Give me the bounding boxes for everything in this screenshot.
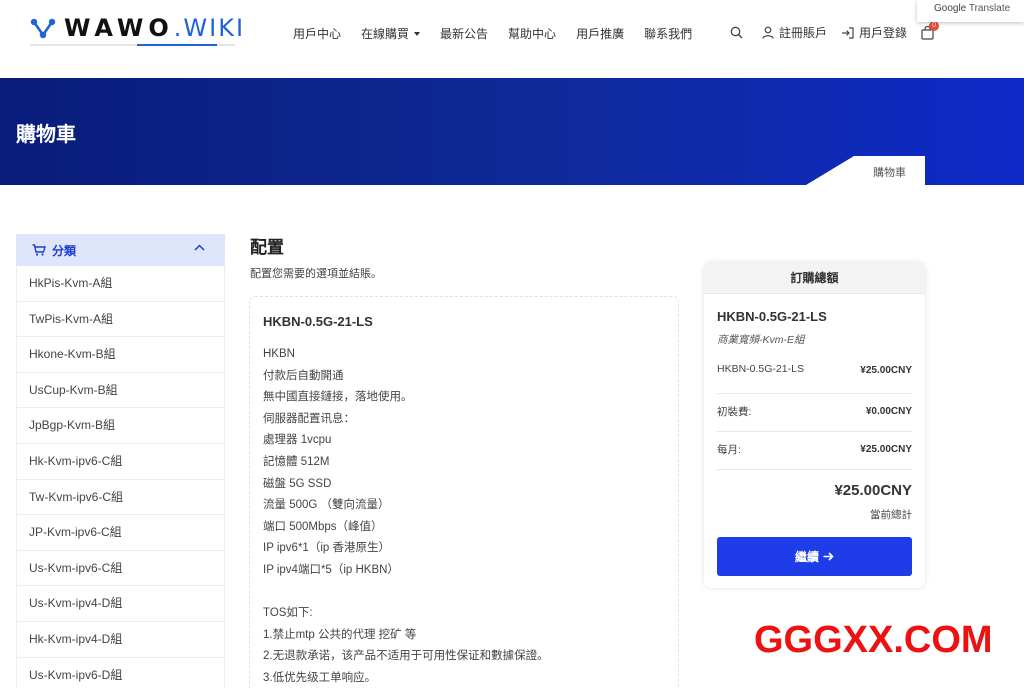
user-icon bbox=[762, 26, 774, 39]
chevron-up-icon bbox=[194, 244, 205, 251]
watermark: GGGXX.COM bbox=[754, 619, 993, 661]
nav-announcements[interactable]: 最新公告 bbox=[440, 25, 488, 42]
description-line: 端口 500Mbps（峰值） bbox=[263, 520, 383, 533]
divider bbox=[717, 431, 912, 432]
sidebar-item[interactable]: Tw-Kvm-ipv6-C組 bbox=[17, 480, 224, 516]
category-sidebar: 分類 HkPis-Kvm-A組 TwPis-Kvm-A組 Hkone-Kvm-B… bbox=[16, 234, 225, 688]
search-button[interactable] bbox=[730, 26, 748, 39]
logo-underline bbox=[30, 44, 235, 46]
order-summary-heading: 訂購總額 bbox=[704, 262, 925, 294]
description-line: HKBN bbox=[263, 348, 295, 360]
main-nav: 用戶中心 在線購買 最新公告 幫助中心 用戶推廣 聯系我們 bbox=[293, 25, 712, 42]
sidebar-item[interactable]: Us-Kvm-ipv6-C組 bbox=[17, 551, 224, 587]
description-line bbox=[263, 582, 549, 604]
sidebar-item[interactable]: JpBgp-Kvm-B組 bbox=[17, 408, 224, 444]
sidebar-item[interactable]: Hk-Kvm-ipv4-D組 bbox=[17, 622, 224, 658]
summary-total: ¥25.00CNY bbox=[834, 482, 912, 499]
description-line: 1.禁止mtp 公共的代理 挖矿 等 bbox=[263, 628, 417, 641]
sidebar-item[interactable]: Hk-Kvm-ipv6-C組 bbox=[17, 444, 224, 480]
description-line: IP ipv6*1（ip 香港原生） bbox=[263, 542, 390, 555]
nav-contact[interactable]: 聯系我們 bbox=[644, 25, 692, 42]
nav-affiliate[interactable]: 用戶推廣 bbox=[576, 25, 624, 42]
description-line: 3.低优先级工单响应。 bbox=[263, 671, 377, 684]
sidebar-item[interactable]: Us-Kvm-ipv4-D組 bbox=[17, 586, 224, 622]
page-title: 購物車 bbox=[16, 124, 76, 146]
header-actions: 註冊賬戶 用戶登錄 0 bbox=[730, 20, 953, 41]
description-line: 流量 500G （雙向流量） bbox=[263, 499, 390, 512]
nav-help-center[interactable]: 幫助中心 bbox=[508, 25, 556, 42]
cart-button[interactable]: 0 bbox=[921, 20, 940, 40]
product-description: HKBN 付款后自動開通 無中國直接鏈接，落地使用。 伺服器配置讯息： 處理器 … bbox=[263, 344, 549, 688]
page-banner: 購物車 購物車 bbox=[0, 78, 1024, 185]
nav-user-center[interactable]: 用戶中心 bbox=[293, 25, 341, 42]
divider bbox=[717, 469, 912, 470]
continue-button[interactable]: 繼續 bbox=[717, 537, 912, 576]
description-line: 記憶體 512M bbox=[263, 455, 330, 468]
summary-total-label: 當前總計 bbox=[870, 509, 912, 521]
product-name: HKBN-0.5G-21-LS bbox=[263, 314, 373, 329]
sidebar-item[interactable]: UsCup-Kvm-B組 bbox=[17, 373, 224, 409]
logo-text: WAWO.WIKI bbox=[64, 14, 246, 42]
breadcrumb: 購物車 bbox=[806, 156, 925, 185]
cart-icon bbox=[32, 244, 46, 256]
search-icon bbox=[730, 26, 743, 39]
section-title: 配置 bbox=[250, 238, 284, 257]
category-header[interactable]: 分類 bbox=[16, 234, 225, 266]
nav-online-purchase[interactable]: 在線購買 bbox=[361, 25, 421, 42]
logo-mark-icon bbox=[30, 18, 56, 39]
chevron-down-icon bbox=[414, 31, 421, 36]
description-line: 伺服器配置讯息： bbox=[263, 412, 355, 425]
arrow-right-icon bbox=[823, 552, 834, 561]
site-logo[interactable]: WAWO.WIKI bbox=[30, 14, 245, 42]
site-header: WAWO.WIKI 用戶中心 在線購買 最新公告 幫助中心 用戶推廣 聯系我們 … bbox=[0, 0, 1024, 78]
section-subtitle: 配置您需要的選項並結賬。 bbox=[250, 268, 382, 280]
description-line: TOS如下: bbox=[263, 607, 313, 620]
cart-count-badge: 0 bbox=[929, 20, 940, 31]
description-line: IP ipv4端口*5（ip HKBN） bbox=[263, 563, 399, 576]
sidebar-item[interactable]: JP-Kvm-ipv6-C組 bbox=[17, 515, 224, 551]
summary-product-name: HKBN-0.5G-21-LS bbox=[717, 309, 827, 324]
login-icon bbox=[842, 26, 854, 39]
sidebar-item[interactable]: Us-Kvm-ipv6-D組 bbox=[17, 658, 224, 688]
description-line: 2.无退款承诺，该产品不适用于可用性保证和數據保證。 bbox=[263, 650, 549, 663]
sidebar-item[interactable]: Hkone-Kvm-B組 bbox=[17, 337, 224, 373]
google-translate-widget[interactable]: Google Translate bbox=[917, 0, 1024, 22]
breadcrumb-current: 購物車 bbox=[873, 167, 906, 179]
description-line: 無中國直接鏈接，落地使用。 bbox=[263, 391, 413, 404]
summary-product-group: 商業寬頻-Kvm-E組 bbox=[717, 334, 805, 346]
product-details-card: HKBN-0.5G-21-LS HKBN 付款后自動開通 無中國直接鏈接，落地使… bbox=[249, 296, 679, 688]
sidebar-item[interactable]: HkPis-Kvm-A組 bbox=[17, 266, 224, 302]
order-summary: 訂購總額 HKBN-0.5G-21-LS 商業寬頻-Kvm-E組 HKBN-0.… bbox=[704, 262, 925, 588]
sidebar-item[interactable]: TwPis-Kvm-A組 bbox=[17, 302, 224, 338]
register-link[interactable]: 註冊賬戶 bbox=[762, 24, 827, 41]
description-line: 磁盤 5G SSD bbox=[263, 477, 332, 490]
description-line: 付款后自動開通 bbox=[263, 369, 344, 382]
category-list: HkPis-Kvm-A組 TwPis-Kvm-A組 Hkone-Kvm-B組 U… bbox=[16, 266, 225, 688]
description-line: 處理器 1vcpu bbox=[263, 434, 332, 447]
login-link[interactable]: 用戶登錄 bbox=[841, 24, 907, 41]
divider bbox=[717, 393, 912, 394]
